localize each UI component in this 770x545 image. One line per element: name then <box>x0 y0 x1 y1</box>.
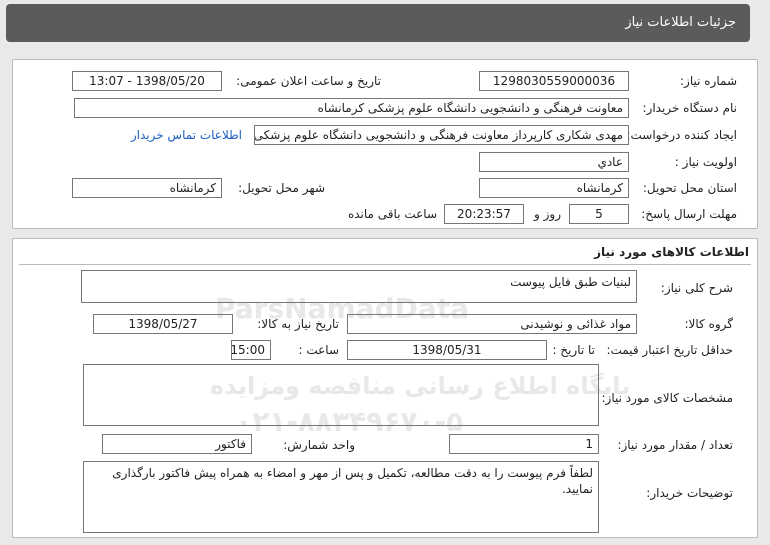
desc-field[interactable]: لبنیات طبق فایل پیوست <box>81 270 637 303</box>
creator-label: ایجاد کننده درخواست: <box>626 128 737 142</box>
buyer-org-field[interactable]: معاونت فرهنگی و دانشجویی دانشگاه علوم پز… <box>74 98 629 118</box>
goods-panel: اطلاعات کالاهای مورد نیاز شرح کلی نیاز: … <box>12 238 758 538</box>
info-panel: شماره نیاز: 1298030559000036 تاریخ و ساع… <box>12 59 758 229</box>
group-field[interactable]: مواد غذائی و نوشیدنی <box>347 314 637 334</box>
need-date-field[interactable]: 1398/05/27 <box>93 314 233 334</box>
until-date-label: تا تاریخ : <box>552 343 595 357</box>
page-title: جزئیات اطلاعات نیاز <box>625 15 736 30</box>
deadline-days-and: روز و <box>534 207 561 221</box>
province-label: استان محل تحویل: <box>642 181 737 195</box>
deadline-days-field[interactable]: 5 <box>569 204 629 224</box>
city-label: شهر محل تحویل: <box>238 181 325 195</box>
buyer-org-label: نام دستگاه خریدار: <box>642 101 738 115</box>
deadline-time-field[interactable]: 20:23:57 <box>444 204 524 224</box>
announce-label: تاریخ و ساعت اعلان عمومی: <box>236 74 381 88</box>
page-header: جزئیات اطلاعات نیاز <box>6 4 750 42</box>
announce-field[interactable]: 1398/05/20 - 13:07 <box>72 71 222 91</box>
buyer-contact-link[interactable]: اطلاعات تماس خریدار <box>131 128 242 142</box>
need-number-label: شماره نیاز: <box>680 74 737 88</box>
hour-label: ساعت : <box>298 343 339 357</box>
qty-field[interactable]: 1 <box>449 434 599 454</box>
creator-field[interactable]: مهدی شکاری کارپرداز معاونت فرهنگی و دانش… <box>254 125 629 145</box>
priority-label: اولویت نیاز : <box>674 155 737 169</box>
need-number-field[interactable]: 1298030559000036 <box>479 71 629 91</box>
city-field[interactable]: کرمانشاه <box>72 178 222 198</box>
qty-label: تعداد / مقدار مورد نیاز: <box>617 438 733 452</box>
section-divider <box>19 264 751 265</box>
need-date-label: تاریخ نیاز به کالا: <box>257 317 339 331</box>
deadline-label: مهلت ارسال پاسخ: <box>641 207 737 221</box>
goods-section-title: اطلاعات کالاهای مورد نیاز <box>594 245 749 259</box>
specs-label: مشخصات کالای مورد نیاز: <box>601 391 733 405</box>
notes-label: توضیحات خریدار: <box>646 486 733 500</box>
unit-field[interactable]: فاکتور <box>102 434 252 454</box>
desc-label: شرح کلی نیاز: <box>660 281 733 295</box>
notes-field[interactable]: لطفاً فرم پیوست را به دقت مطالعه، تکمیل … <box>83 461 599 533</box>
province-field[interactable]: کرمانشاه <box>479 178 629 198</box>
specs-field[interactable] <box>83 364 599 426</box>
until-date-field[interactable]: 1398/05/31 <box>347 340 547 360</box>
priority-field[interactable]: عادي <box>479 152 629 172</box>
min-price-label: حداقل تاریخ اعتبار قیمت: <box>606 343 733 357</box>
unit-label: واحد شمارش: <box>283 438 355 452</box>
group-label: گروه کالا: <box>684 317 734 331</box>
deadline-remaining: ساعت باقی مانده <box>347 207 437 221</box>
hour-field[interactable]: 15:00 <box>231 340 271 360</box>
